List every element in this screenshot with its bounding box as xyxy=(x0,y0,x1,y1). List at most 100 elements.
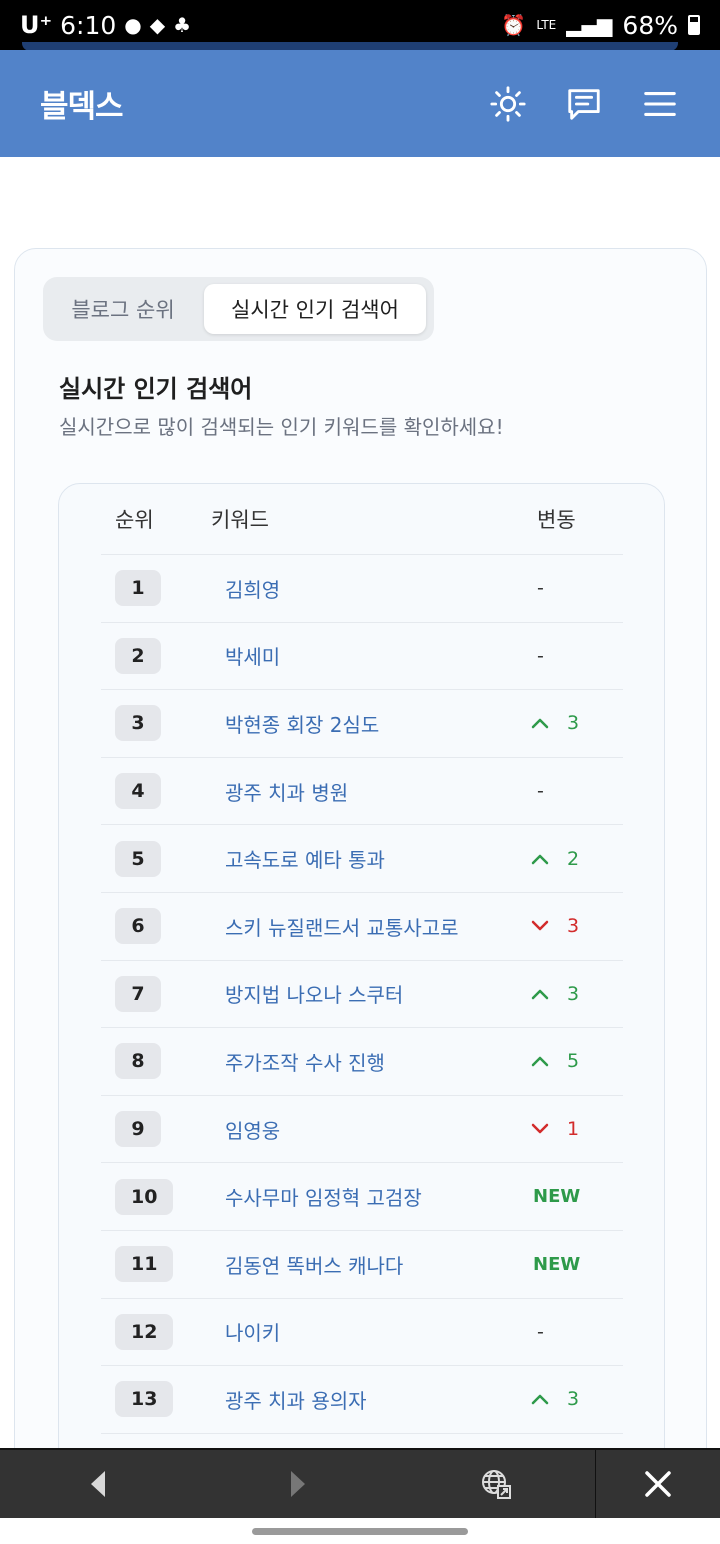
no-change: - xyxy=(537,780,544,803)
change-value: 2 xyxy=(567,847,580,870)
keyword-link[interactable]: 광주 치과 병원 xyxy=(225,777,525,806)
home-indicator[interactable] xyxy=(252,1528,468,1535)
new-badge: NEW xyxy=(533,1253,581,1275)
table-row[interactable]: 6 스키 뉴질랜드서 교통사고로 3 xyxy=(101,893,623,961)
new-badge: NEW xyxy=(533,1186,581,1208)
table-row[interactable]: 3 박현종 회장 2심도 3 xyxy=(101,690,623,758)
rank-badge: 13 xyxy=(115,1381,174,1418)
change-value: 3 xyxy=(567,982,580,1005)
battery-percent: 68% xyxy=(622,10,678,40)
keyword-link[interactable]: 주가조작 수사 진행 xyxy=(225,1047,525,1076)
rank-cell: 6 xyxy=(101,908,225,945)
message-icon[interactable] xyxy=(564,84,604,124)
rank-cell: 1 xyxy=(101,570,225,607)
change-cell: 5 xyxy=(525,1050,623,1072)
keyword-link[interactable]: 박현종 회장 2심도 xyxy=(225,709,525,738)
tab-bar: 블로그 순위 실시간 인기 검색어 xyxy=(43,277,434,341)
change-value: 3 xyxy=(567,915,580,938)
section-title: 실시간 인기 검색어 xyxy=(59,375,253,403)
change-value: 5 xyxy=(567,1050,580,1073)
keyword-link[interactable]: 수사무마 임정혁 고검장 xyxy=(225,1182,525,1211)
gesture-bar xyxy=(0,1518,720,1544)
logo[interactable]: 블덱스 xyxy=(40,81,124,126)
carrier-label: U⁺ xyxy=(20,11,53,39)
back-arrow-icon[interactable] xyxy=(0,1449,198,1519)
rank-badge: 5 xyxy=(115,840,161,877)
table-row[interactable]: 10 수사무마 임정혁 고검장 NEW xyxy=(101,1163,623,1231)
change-cell: NEW xyxy=(525,1254,623,1275)
table-header: 순위 키워드 변동 xyxy=(101,484,623,555)
change-cell: 2 xyxy=(525,848,623,870)
globe-icon[interactable] xyxy=(396,1449,596,1519)
tab-blog-rank[interactable]: 블로그 순위 xyxy=(50,284,196,334)
change-cell: 1 xyxy=(525,1118,623,1140)
header-change: 변동 xyxy=(537,508,576,532)
rank-cell: 12 xyxy=(101,1313,225,1350)
change-cell: NEW xyxy=(525,1186,623,1207)
change-cell: 3 xyxy=(525,712,623,734)
change-cell: 3 xyxy=(525,1388,623,1410)
table-row[interactable]: 11 김동연 똑버스 캐나다 NEW xyxy=(101,1231,623,1299)
keyword-link[interactable]: 박세미 xyxy=(225,641,525,670)
table-row[interactable]: 5 고속도로 예타 통과 2 xyxy=(101,825,623,893)
rank-badge: 8 xyxy=(115,1043,161,1080)
header-keyword: 키워드 xyxy=(211,508,269,532)
keyword-link[interactable]: 나이키 xyxy=(225,1317,525,1346)
keyword-link[interactable]: 김희영 xyxy=(225,574,525,603)
rank-badge: 3 xyxy=(115,705,161,742)
table-row[interactable]: 13 광주 치과 용의자 3 xyxy=(101,1366,623,1434)
close-icon[interactable] xyxy=(596,1449,720,1519)
keyword-link[interactable]: 방지법 나오나 스쿠터 xyxy=(225,979,525,1008)
chat-notification-icon: ◆ xyxy=(149,13,166,37)
rank-cell: 8 xyxy=(101,1043,225,1080)
no-change: - xyxy=(537,1320,544,1343)
rank-cell: 4 xyxy=(101,773,225,810)
table-row[interactable]: 12 나이키 - xyxy=(101,1299,623,1367)
rank-cell: 10 xyxy=(101,1178,225,1215)
table-row[interactable]: 7 방지법 나오나 스쿠터 3 xyxy=(101,961,623,1029)
change-value: 3 xyxy=(567,712,580,735)
rank-badge: 4 xyxy=(115,773,161,810)
forward-arrow-icon[interactable] xyxy=(198,1449,396,1519)
table-row[interactable]: 8 주가조작 수사 진행 5 xyxy=(101,1028,623,1096)
change-cell: 3 xyxy=(525,915,623,937)
table-row[interactable]: 1 김희영 - xyxy=(101,555,623,623)
keyword-link[interactable]: 고속도로 예타 통과 xyxy=(225,844,525,873)
section-subtitle: 실시간으로 많이 검색되는 인기 키워드를 확인하세요! xyxy=(59,415,504,439)
arrow-up-icon xyxy=(531,853,549,865)
app-header: 블덱스 xyxy=(0,50,720,157)
change-value: 3 xyxy=(567,1388,580,1411)
change-value: 1 xyxy=(567,1118,580,1141)
change-cell: - xyxy=(525,645,623,667)
rank-up: 3 xyxy=(525,1388,579,1410)
rank-badge: 6 xyxy=(115,908,161,945)
rank-badge: 12 xyxy=(115,1313,174,1350)
no-change: - xyxy=(537,644,544,667)
rank-cell: 11 xyxy=(101,1246,225,1283)
rank-badge: 9 xyxy=(115,1111,161,1148)
rank-up: 3 xyxy=(525,983,579,1005)
table-row[interactable]: 4 광주 치과 병원 - xyxy=(101,758,623,826)
tab-realtime-keywords[interactable]: 실시간 인기 검색어 xyxy=(204,284,426,334)
table-row[interactable]: 9 임영웅 1 xyxy=(101,1096,623,1164)
keyword-link[interactable]: 김동연 똑버스 캐나다 xyxy=(225,1250,525,1279)
keyword-link[interactable]: 광주 치과 용의자 xyxy=(225,1385,525,1414)
table-row[interactable]: 2 박세미 - xyxy=(101,623,623,691)
rank-badge: 7 xyxy=(115,975,161,1012)
alarm-icon: ⏰ xyxy=(501,13,527,37)
arrow-up-icon xyxy=(531,988,549,1000)
keyword-card: 블로그 순위 실시간 인기 검색어 실시간 인기 검색어 실시간으로 많이 검색… xyxy=(14,248,707,1523)
hamburger-menu-icon[interactable] xyxy=(640,84,680,124)
rank-cell: 5 xyxy=(101,840,225,877)
arrow-down-icon xyxy=(531,920,549,932)
keyword-link[interactable]: 임영웅 xyxy=(225,1115,525,1144)
sun-icon[interactable] xyxy=(488,84,528,124)
keyword-link[interactable]: 스키 뉴질랜드서 교통사고로 xyxy=(225,912,525,941)
browser-toolbar xyxy=(0,1448,720,1519)
talk-notification-icon: ● xyxy=(124,13,142,37)
clock: 6:10 xyxy=(60,10,117,40)
rank-badge: 10 xyxy=(115,1178,174,1215)
keyword-table: 순위 키워드 변동 1 김희영 -2 박세미 -3 박현종 회장 2심도 3 4 광주 치과 병… xyxy=(58,483,665,1523)
rank-down: 1 xyxy=(525,1118,579,1140)
rank-up: 5 xyxy=(525,1050,579,1072)
